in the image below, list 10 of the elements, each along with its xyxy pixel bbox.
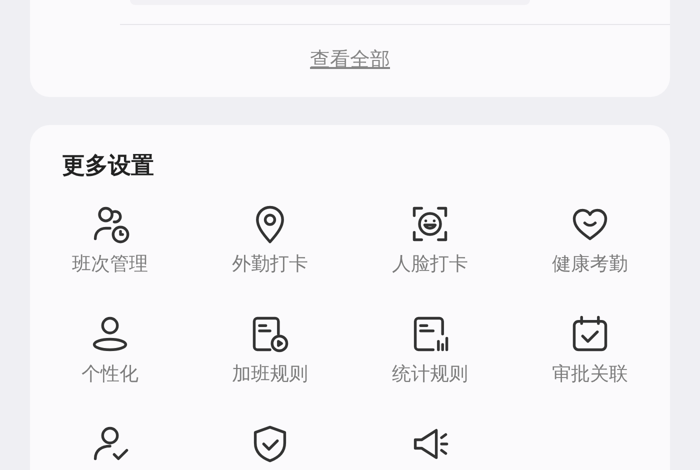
menu-label[interactable]: 班次管理	[72, 252, 148, 276]
menu-label[interactable]: 人脸打卡	[392, 252, 468, 276]
menu-label[interactable]: 外勤打卡	[232, 252, 308, 276]
menu-label[interactable]: 个性化	[82, 362, 138, 386]
menu-label[interactable]: 审批关联	[552, 362, 628, 386]
section-title: 更多设置	[61, 152, 155, 181]
menu-label[interactable]: 统计规则	[392, 362, 468, 386]
menu-label[interactable]: 加班规则	[232, 362, 308, 386]
view-all-link[interactable]: 查看全部	[310, 49, 390, 69]
menu-label[interactable]: 健康考勤	[552, 252, 628, 276]
